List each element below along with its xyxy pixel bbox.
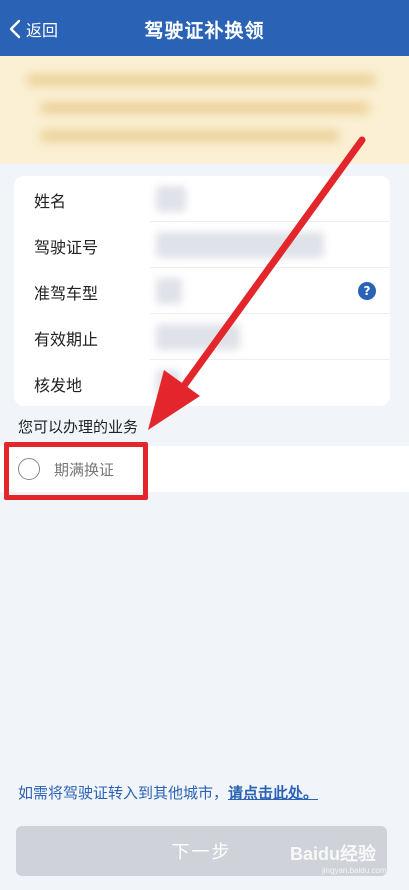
blurred-notice-line: [26, 74, 376, 86]
business-section-title: 您可以办理的业务: [18, 418, 139, 436]
info-label: 有效期止: [34, 330, 99, 349]
notice-banner: [0, 56, 409, 164]
transfer-notice: 如需将驾驶证转入到其他城市，请点击此处。: [18, 782, 318, 803]
watermark-url: jingyan.baidu.com: [322, 866, 387, 875]
transfer-text: 如需将驾驶证转入到其他城市，: [18, 784, 229, 802]
nav-bar: 返回 驾驶证补换领: [0, 0, 409, 56]
transfer-link[interactable]: 请点击此处。: [228, 784, 318, 802]
option-label: 期满换证: [54, 461, 115, 479]
license-info-card: 姓名 驾驶证号 准驾车型 有效期止 核发地 ?: [14, 176, 390, 406]
watermark-brand: Baidu经验: [290, 844, 377, 864]
info-label: 准驾车型: [34, 284, 99, 303]
redacted-value: [156, 278, 182, 304]
page-title: 驾驶证补换领: [144, 20, 265, 42]
info-row-issuing-place: 核发地: [14, 360, 390, 406]
redacted-value: [156, 186, 186, 212]
baidu-jingyan-watermark: Baidu经验 jingyan.baidu.com: [290, 840, 386, 875]
blurred-notice-line: [40, 102, 370, 114]
radio-button[interactable]: [18, 458, 40, 480]
info-row-vehicle-class: 准驾车型: [14, 268, 390, 314]
redacted-value: [156, 232, 324, 258]
help-question-icon[interactable]: ?: [358, 282, 376, 300]
info-label: 核发地: [34, 376, 83, 395]
info-row-name: 姓名: [14, 176, 390, 222]
info-label: 驾驶证号: [34, 238, 99, 257]
info-row-license-number: 驾驶证号: [14, 222, 390, 268]
redacted-value: [156, 370, 180, 396]
info-row-expiry: 有效期止: [14, 314, 390, 360]
blurred-notice-line: [40, 130, 340, 142]
business-option-renewal[interactable]: 期满换证: [0, 446, 409, 492]
info-label: 姓名: [34, 192, 67, 211]
redacted-value: [156, 324, 240, 350]
